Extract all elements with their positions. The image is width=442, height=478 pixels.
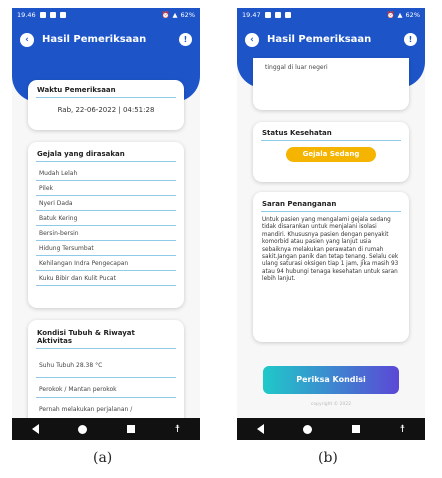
notification-icon [59,12,66,18]
health-status-card: Status Kesehatan Gejala Sedang [253,122,409,182]
list-item: Pilek [36,181,176,196]
status-time: 19.46 [17,11,36,19]
page-title: Hasil Pemeriksaan [42,34,147,45]
nav-home-icon[interactable] [303,424,313,434]
signal-icon: ▲ [172,11,178,19]
travel-card: tinggal di luar negeri [253,58,409,110]
screen-b: 19.47 ⏰ ▲ 62% ‹ Hasil Pemeriksaan ! ting… [237,8,425,440]
list-item: Mudah Lelah [36,166,176,181]
page-title: Hasil Pemeriksaan [267,34,372,45]
symptoms-card: Gejala yang dirasakan Mudah Lelah Pilek … [28,142,184,308]
back-arrow-icon[interactable]: ‹ [20,33,34,47]
info-icon[interactable]: ! [179,33,192,46]
list-item: Kuku Bibir dan Kulit Pucat [36,271,176,286]
health-status-label: Status Kesehatan [261,122,401,141]
symptoms-list: Mudah Lelah Pilek Nyeri Dada Batuk Kerin… [28,162,184,290]
status-badge: Gejala Sedang [286,147,376,162]
check-condition-button[interactable]: Periksa Kondisi [263,366,399,394]
info-icon[interactable]: ! [404,33,417,46]
nav-back-icon[interactable] [31,424,39,434]
list-item: Batuk Kering [36,211,176,226]
nav-recent-icon[interactable] [352,425,361,433]
copyright: copyright © 2022 [310,402,352,407]
status-bar: 19.46 ⏰ ▲ 62% [12,8,200,22]
list-item: Nyeri Dada [36,196,176,211]
travel-tail-text: tinggal di luar negeri [265,64,328,71]
back-arrow-icon[interactable]: ‹ [245,33,259,47]
list-item: Pernah melakukan perjalanan / [39,406,133,413]
exam-time-card: Waktu Pemeriksaan Rab, 22-06-2022 | 04:5… [28,80,184,130]
list-item: Hidung Tersumbat [36,241,176,256]
accessibility-icon[interactable]: ☨ [175,424,180,435]
battery-level: 62% [405,11,420,19]
exam-time-value: Rab, 22-06-2022 | 04:51:28 [57,106,155,114]
nav-back-icon[interactable] [256,424,264,434]
condition-list: Suhu Tubuh 28.38 °C Perokok / Mantan per… [28,349,184,417]
battery-level: 62% [180,11,195,19]
screen-a: 19.46 ⏰ ▲ 62% ‹ Hasil Pemeriksaan ! Wakt… [12,8,200,440]
notification-icon [284,12,291,18]
accessibility-icon[interactable]: ☨ [400,424,405,435]
nav-home-icon[interactable] [78,424,88,434]
advice-text: Untuk pasien yang mengalami gejala sedan… [262,217,399,283]
condition-card: Kondisi Tubuh & Riwayat Aktivitas Suhu T… [28,320,184,430]
notification-icon [264,12,271,18]
caption-a: (a) [93,450,113,466]
alarm-icon: ⏰ [386,11,395,19]
symptoms-label: Gejala yang dirasakan [36,142,176,162]
caption-b: (b) [318,450,338,466]
condition-label: Kondisi Tubuh & Riwayat Aktivitas [36,320,176,349]
status-bar: 19.47 ⏰ ▲ 62% [237,8,425,22]
notification-icon [49,12,56,18]
notification-icon [274,12,281,18]
list-item: Kehilangan Indra Pengecapan [36,256,176,271]
nav-recent-icon[interactable] [127,425,136,433]
exam-time-label: Waktu Pemeriksaan [36,80,176,98]
notification-icon [39,12,46,18]
signal-icon: ▲ [397,11,403,19]
android-nav-bar: ☨ [237,418,425,440]
list-item: Perokok / Mantan perokok [36,378,176,398]
advice-card: Saran Penanganan Untuk pasien yang menga… [253,192,409,342]
list-item: Bersin-bersin [36,226,176,241]
android-nav-bar: ☨ [12,418,200,440]
alarm-icon: ⏰ [161,11,170,19]
list-item: Suhu Tubuh 28.38 °C [36,358,176,378]
advice-label: Saran Penanganan [261,192,401,212]
status-time: 19.47 [242,11,261,19]
